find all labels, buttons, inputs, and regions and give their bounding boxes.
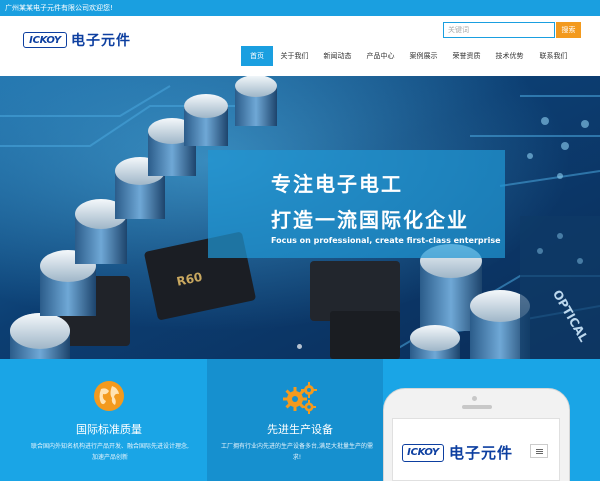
banner-tagline: Focus on professional, create first-clas… — [271, 236, 501, 245]
top-bar: 广州某某电子元件有限公司欢迎您! — [0, 0, 600, 16]
phone-camera — [472, 396, 477, 401]
logo-badge: ICKOY — [23, 32, 67, 48]
main-nav: 首页 关于我们 新闻动态 产品中心 案例展示 荣誉资质 技术优势 联系我们 — [241, 46, 576, 66]
nav-item-cases[interactable]: 案例展示 — [402, 46, 445, 66]
nav-item-news[interactable]: 新闻动态 — [316, 46, 359, 66]
logo-badge-text: ICKOY — [29, 34, 61, 46]
phone-logo-badge: ICKOY — [402, 443, 444, 462]
nav-item-about[interactable]: 关于我们 — [273, 46, 316, 66]
slider-dot[interactable] — [297, 344, 302, 349]
nav-item-honors[interactable]: 荣誉资质 — [445, 46, 488, 66]
globe-icon — [94, 381, 124, 411]
phone-speaker — [462, 405, 492, 409]
feature-desc-equipment: 工厂拥有行业内先进的生产设备多台,满足大批量生产的需 求! — [217, 441, 377, 463]
nav-item-technology[interactable]: 技术优势 — [488, 46, 531, 66]
phone-site-logo: ICKOY 电子元件 — [402, 442, 513, 463]
banner-subheadline: 打造一流国际化企业 — [271, 208, 469, 232]
nav-item-home[interactable]: 首页 — [241, 46, 273, 66]
search-input[interactable] — [443, 22, 555, 38]
feature-desc-equipment-line1: 工厂拥有行业内先进的生产设备多台,满足大批量生产的需 — [221, 443, 373, 450]
feature-desc-quality: 联合国内外知名机构进行产品开发、融合国际先进设计理念, 加速产品创新 — [30, 441, 190, 463]
logo-name: 电子元件 — [71, 33, 131, 49]
hamburger-menu-icon[interactable] — [530, 444, 548, 458]
phone-logo-name: 电子元件 — [449, 444, 514, 462]
phone-logo-badge-text: ICKOY — [407, 447, 439, 458]
feature-title-equipment: 先进生产设备 — [267, 423, 333, 436]
feature-desc-equipment-line2: 求! — [292, 454, 302, 461]
feature-title-quality: 国际标准质量 — [76, 423, 142, 436]
banner-headline: 专注电子电工 — [271, 172, 403, 196]
welcome-text: 广州某某电子元件有限公司欢迎您! — [5, 4, 113, 12]
feature-desc-quality-line1: 联合国内外知名机构进行产品开发、融合国际先进设计理念, — [31, 443, 189, 450]
nav-item-products[interactable]: 产品中心 — [359, 46, 402, 66]
site-logo[interactable]: ICKOY 电子元件 — [23, 31, 131, 49]
gears-icon — [283, 382, 317, 414]
nav-item-contact[interactable]: 联系我们 — [531, 46, 576, 66]
feature-desc-quality-line2: 加速产品创新 — [91, 454, 128, 461]
search-button[interactable]: 搜索 — [556, 22, 581, 38]
